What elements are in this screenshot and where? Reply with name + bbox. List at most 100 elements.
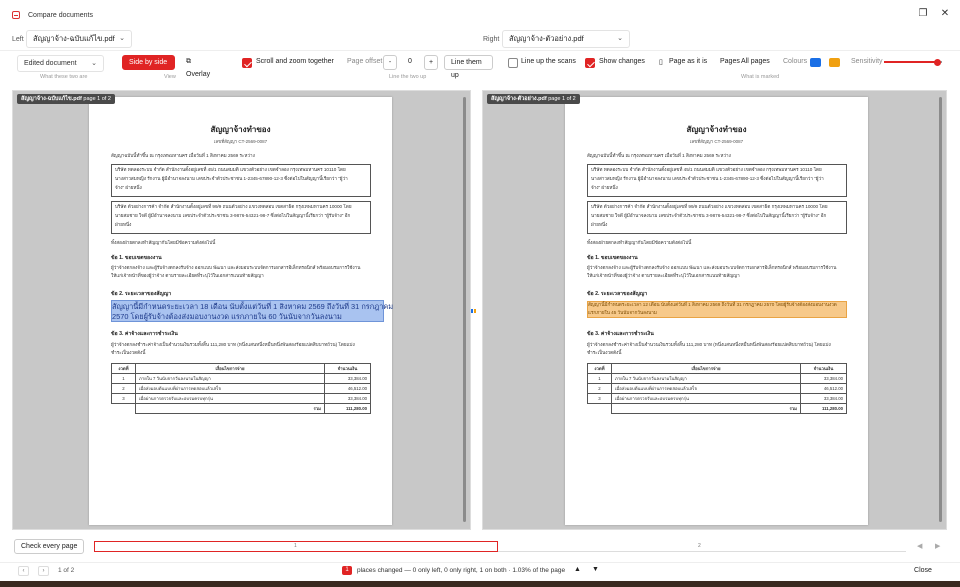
table-header: จำนวนเงิน xyxy=(324,363,371,374)
table-cell: เมื่อส่งมอบต้นแบบที่ผ่านการทดสอบแล้วเสร็… xyxy=(611,383,801,394)
table-cell: 3 xyxy=(587,393,612,404)
page-count: 1 of 2 xyxy=(58,567,75,574)
offset-minus-button[interactable]: - xyxy=(383,55,397,70)
show-changes-checkbox[interactable] xyxy=(585,58,595,68)
scroll-together-checkbox[interactable] xyxy=(242,58,252,68)
table-header: งวดที่ xyxy=(587,363,612,374)
divider xyxy=(0,562,960,563)
changed-text-line: 2570 โดยผู้รับจ้างต้องส่งมอบงานงวด แรกภา… xyxy=(112,312,342,321)
party2-line: บริษัท ตัวอย่างการค้า จำกัด สำนักงานตั้ง… xyxy=(591,204,828,209)
clause1-heading: ข้อ 1. ขอบเขตของงาน xyxy=(111,255,162,261)
table-cell xyxy=(112,404,136,414)
left-file-label: Left xyxy=(12,36,24,43)
left-tag-page: page 1 of 2 xyxy=(83,96,111,102)
table-cell: 46,512.00 xyxy=(800,383,847,394)
offset-value[interactable]: 0 xyxy=(408,58,412,65)
sensitivity-handle[interactable] xyxy=(933,58,941,66)
table-header: งวดที่ xyxy=(111,363,136,374)
table-cell: 2 xyxy=(587,383,612,394)
party2-line: นายสมชาย ใจดี ผู้มีอำนาจลงนาม เลขประจำตั… xyxy=(115,213,351,218)
table-row: 3 เมื่อผ่านการตรวจรับและอบรมครบทุกรุ่น 3… xyxy=(587,393,847,404)
table-cell: 46,512.00 xyxy=(324,383,371,394)
party1-line: นางสาวสมหญิง รักงาน ผู้มีอำนาจลงนาม เลขป… xyxy=(115,176,348,181)
table-cell: 2 xyxy=(111,383,136,394)
chevron-down-icon: ⌄ xyxy=(91,60,97,67)
party2-line: บริษัท ตัวอย่างการค้า จำกัด สำนักงานตั้ง… xyxy=(115,204,352,209)
chevron-down-icon: ⌄ xyxy=(617,35,623,42)
sensitivity-fill xyxy=(884,61,938,63)
colours-label: Colours xyxy=(783,58,808,65)
right-document-page: สัญญาจ้างทำของ เลขที่สัญญา CT-2569-0087 … xyxy=(565,97,868,525)
changed-text-line: แรกภายใน 45 วันนับจากวันลงนาม xyxy=(588,310,657,315)
right-file-select[interactable]: สัญญาจ้าง-ตัวอย่าง.pdf ⌄ xyxy=(502,30,630,48)
table-row: 1 ภายใน 7 วันนับจากวันลงนามในสัญญา 33,38… xyxy=(111,373,371,384)
next-page-icon[interactable]: › xyxy=(38,566,49,576)
line-up-scans-label: Line up the scans xyxy=(521,58,576,65)
previous-change-icon[interactable]: ▲ xyxy=(574,566,581,573)
doc-agree: ทั้งสองฝ่ายตกลงทำสัญญากันโดยมีข้อความดัง… xyxy=(111,240,216,245)
left-document-page: สัญญาจ้างทำของ เลขที่สัญญา CT-2569-0087 … xyxy=(89,97,393,525)
mode-select[interactable]: Edited document ⌄ xyxy=(17,55,104,72)
left-pane[interactable]: สัญญาจ้างทำของ เลขที่สัญญา CT-2569-0087 … xyxy=(12,90,471,530)
restore-icon[interactable]: ❐ xyxy=(915,7,931,21)
strip-next-icon[interactable]: ▶ xyxy=(935,542,940,550)
clause3-line: ชำระเป็นงวดดังนี้ xyxy=(587,350,622,355)
strip-page-number: 2 xyxy=(698,543,701,549)
page-as-is-icon[interactable]: ▯ xyxy=(659,58,663,66)
party2-line: ฝ่ายหนึ่ง xyxy=(115,222,132,227)
left-file-select[interactable]: สัญญาจ้าง-ฉบับแก้ไข.pdf ⌄ xyxy=(26,30,132,48)
overlay-button[interactable]: ⧉ Overlay xyxy=(180,55,218,78)
pages-label: Pages xyxy=(720,58,740,65)
fee-table: งวดที่ เงื่อนไขการจ่าย จำนวนเงิน 1 ภายใน… xyxy=(111,363,371,414)
next-change-icon[interactable]: ▼ xyxy=(592,566,599,573)
prev-page-icon[interactable]: ‹ xyxy=(18,566,29,576)
table-total-row: รวม 111,280.00 xyxy=(588,403,847,414)
table-cell: ภายใน 7 วันนับจากวันลงนามในสัญญา xyxy=(135,373,325,384)
line-up-scans-checkbox[interactable] xyxy=(508,58,518,68)
scroll-together-label: Scroll and zoom together xyxy=(256,58,334,65)
right-page-tag: สัญญาจ้าง-ตัวอย่าง.pdf page 1 of 2 xyxy=(487,94,580,104)
side-by-side-label: Side by side xyxy=(129,59,168,66)
offset-plus-button[interactable]: + xyxy=(424,55,438,70)
clause1-heading: ข้อ 1. ขอบเขตของงาน xyxy=(587,255,638,261)
close-button[interactable]: Close xyxy=(898,564,948,578)
page-as-is-label[interactable]: Page as it is xyxy=(669,58,707,65)
sensitivity-label: Sensitivity xyxy=(851,58,883,65)
table-cell: เมื่อส่งมอบต้นแบบที่ผ่านการทดสอบแล้วเสร็… xyxy=(135,383,325,394)
clause1-line: ผู้ว่าจ้างตกลงจ้าง และผู้รับจ้างตกลงรับจ… xyxy=(111,265,361,270)
table-total-label: รวม xyxy=(611,403,801,414)
doc-title: สัญญาจ้างทำของ xyxy=(686,125,747,134)
right-colour-swatch[interactable] xyxy=(829,58,840,67)
party1-line: บริษัท ทดลองระบบ จำกัด สำนักงานตั้งอยู่เ… xyxy=(115,167,346,172)
right-pane[interactable]: สัญญาจ้างทำของ เลขที่สัญญา CT-2569-0087 … xyxy=(482,90,947,530)
table-cell: เมื่อผ่านการตรวจรับและอบรมครบทุกรุ่น xyxy=(611,393,801,404)
doc-title: สัญญาจ้างทำของ xyxy=(210,125,271,134)
close-icon[interactable]: ✕ xyxy=(937,7,953,21)
table-total-value: 111,280.00 xyxy=(324,403,371,414)
page-strip[interactable]: 1 2 xyxy=(94,541,906,552)
check-every-page-button[interactable]: Check every page xyxy=(14,539,85,554)
right-tag-page: page 1 of 2 xyxy=(548,96,576,102)
right-scrollbar[interactable] xyxy=(939,97,942,522)
table-total-value: 111,280.00 xyxy=(800,403,847,414)
left-scrollbar[interactable] xyxy=(463,97,466,522)
doc-intro: สัญญาฉบับนี้ทำขึ้น ณ กรุงเทพมหานคร เมื่อ… xyxy=(587,153,731,158)
strip-prev-icon[interactable]: ◀ xyxy=(917,542,922,550)
table-cell: 1 xyxy=(587,373,612,384)
chevron-down-icon: ⌄ xyxy=(119,35,125,42)
table-cell: 33,384.00 xyxy=(800,393,847,404)
table-cell: ภายใน 7 วันนับจากวันลงนามในสัญญา xyxy=(611,373,801,384)
clause3-heading: ข้อ 3. ค่าจ้างและการชำระเงิน xyxy=(587,331,654,337)
left-colour-swatch[interactable] xyxy=(810,58,821,67)
pages-value[interactable]: All pages xyxy=(741,58,770,65)
sensitivity-track[interactable] xyxy=(884,58,942,66)
fee-table: งวดที่ เงื่อนไขการจ่าย จำนวนเงิน 1 ภายใน… xyxy=(587,363,847,414)
line-them-up-button[interactable]: Line them up xyxy=(444,55,493,79)
table-header: เงื่อนไขการจ่าย xyxy=(611,363,801,374)
clause3-line: ผู้ว่าจ้างตกลงชำระค่าจ้างเป็นจำนวนเงินรว… xyxy=(587,342,831,347)
mode-caption: What these two are xyxy=(40,74,88,80)
changes-summary: places changed — 0 only left, 0 only rig… xyxy=(357,567,566,574)
side-by-side-button[interactable]: Side by side xyxy=(122,55,175,70)
table-total-label: รวม xyxy=(135,403,325,414)
left-file-name: สัญญาจ้าง-ฉบับแก้ไข.pdf xyxy=(33,34,115,43)
